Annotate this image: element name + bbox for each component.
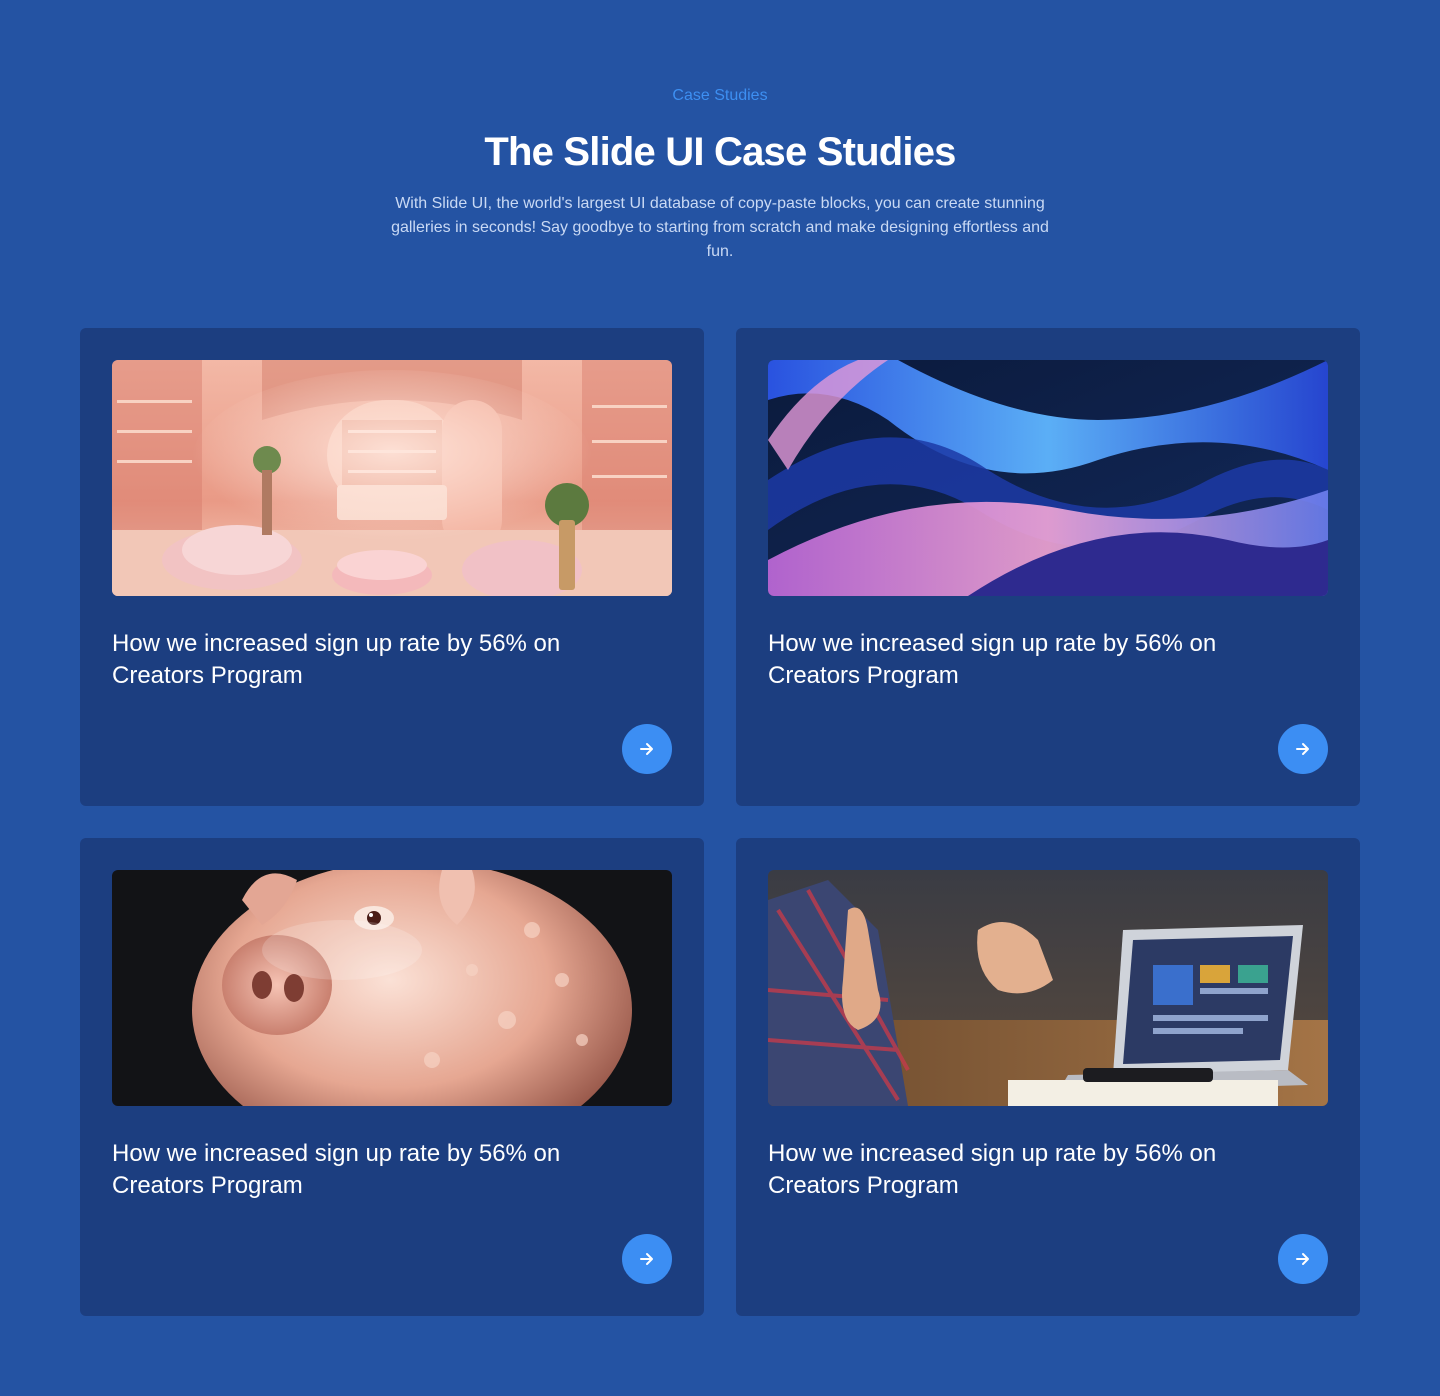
page-title: The Slide UI Case Studies — [484, 130, 956, 174]
card-arrow-button[interactable] — [622, 1234, 672, 1284]
card-title: How we increased sign up rate by 56% on … — [112, 630, 561, 689]
meeting-illustration — [768, 870, 1328, 1106]
card-title: How we increased sign up rate by 56% on … — [768, 630, 1217, 689]
case-study-card[interactable]: How we increased sign up rate by 56% on … — [736, 838, 1360, 1316]
case-study-grid: How we increased sign up rate by 56% on … — [80, 328, 1360, 1316]
arrow-right-icon — [637, 1249, 657, 1269]
case-study-card[interactable]: How we increased sign up rate by 56% on … — [736, 328, 1360, 806]
boutique-illustration — [112, 360, 672, 596]
arrow-right-icon — [637, 739, 657, 759]
page-subtitle: With Slide UI, the world's largest UI da… — [391, 195, 1049, 260]
card-image-meeting[interactable] — [768, 870, 1328, 1106]
card-image-waves[interactable] — [768, 360, 1328, 596]
card-image-boutique[interactable] — [112, 360, 672, 596]
card-arrow-button[interactable] — [622, 724, 672, 774]
eyebrow-label: Case Studies — [672, 87, 768, 104]
waves-illustration — [768, 360, 1328, 596]
arrow-right-icon — [1293, 739, 1313, 759]
case-study-card[interactable]: How we increased sign up rate by 56% on … — [80, 838, 704, 1316]
card-title: How we increased sign up rate by 56% on … — [768, 1140, 1217, 1199]
card-arrow-button[interactable] — [1278, 1234, 1328, 1284]
arrow-right-icon — [1293, 1249, 1313, 1269]
card-arrow-button[interactable] — [1278, 724, 1328, 774]
case-study-card[interactable]: How we increased sign up rate by 56% on … — [80, 328, 704, 806]
card-title: How we increased sign up rate by 56% on … — [112, 1140, 561, 1199]
card-image-piggy[interactable] — [112, 870, 672, 1106]
piggy-illustration — [112, 870, 672, 1106]
